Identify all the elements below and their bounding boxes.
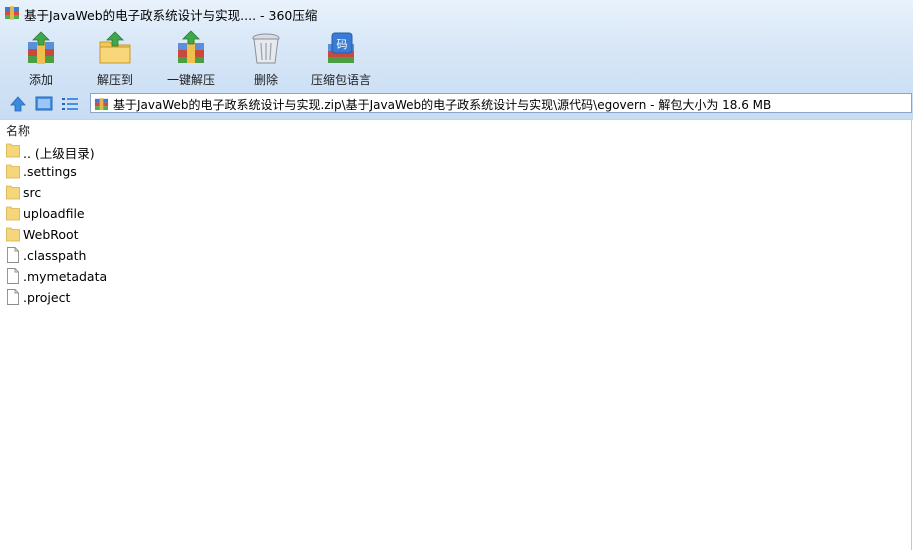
up-arrow-icon[interactable] <box>8 94 28 114</box>
item-name: .classpath <box>23 248 87 263</box>
archive-language-icon: 码 <box>328 32 354 63</box>
one-click-extract-label: 一键解压 <box>166 73 215 87</box>
folder-icon <box>6 185 20 200</box>
file-list-pane: 名称 .. (上级目录) .settings src uploadfile We… <box>0 119 912 550</box>
item-name: uploadfile <box>23 206 85 221</box>
folder-icon <box>6 164 20 179</box>
toolbar: 添加 解压到 一键解压 删除 码 压缩包语言 <box>0 26 913 90</box>
archive-language-label: 压缩包语言 <box>310 73 371 87</box>
navigation-bar: 基于JavaWeb的电子政系统设计与实现.zip\基于JavaWeb的电子政系统… <box>0 92 913 116</box>
view-list-icon[interactable] <box>60 94 80 114</box>
delete-label: 删除 <box>253 73 278 87</box>
folder-icon <box>6 206 20 221</box>
list-item[interactable]: .classpath <box>0 245 911 266</box>
folder-icon <box>6 227 20 242</box>
item-name: src <box>23 185 42 200</box>
file-icon <box>7 247 19 263</box>
title-bar: 基于JavaWeb的电子政系统设计与实现.... - 360压缩 <box>0 0 913 26</box>
extract-to-icon <box>99 31 131 64</box>
item-name: .project <box>23 290 71 305</box>
delete-trash-icon <box>252 33 280 64</box>
list-item[interactable]: .mymetadata <box>0 266 911 287</box>
item-name: WebRoot <box>23 227 79 242</box>
app-logo-icon <box>5 6 19 20</box>
address-bar[interactable]: 基于JavaWeb的电子政系统设计与实现.zip\基于JavaWeb的电子政系统… <box>90 93 912 113</box>
list-item[interactable]: uploadfile <box>0 203 911 224</box>
extract-to-button[interactable]: 解压到 <box>75 28 155 88</box>
list-item[interactable]: src <box>0 182 911 203</box>
window-chrome: 基于JavaWeb的电子政系统设计与实现.... - 360压缩 添加 解压到 … <box>0 0 913 120</box>
one-click-extract-button[interactable]: 一键解压 <box>151 28 231 88</box>
column-name-header[interactable]: 名称 <box>6 122 30 139</box>
svg-text:码: 码 <box>337 38 348 51</box>
column-header: 名称 <box>0 120 911 139</box>
address-path: 基于JavaWeb的电子政系统设计与实现.zip\基于JavaWeb的电子政系统… <box>113 98 772 112</box>
item-name: .settings <box>23 164 77 179</box>
view-thumbnail-icon[interactable] <box>34 94 54 114</box>
list-item[interactable]: .settings <box>0 161 911 182</box>
add-button[interactable]: 添加 <box>1 28 81 88</box>
app-window: 基于JavaWeb的电子政系统设计与实现.... - 360压缩 添加 解压到 … <box>0 0 913 550</box>
folder-icon <box>6 143 20 158</box>
list-item[interactable]: WebRoot <box>0 224 911 245</box>
add-archive-icon <box>28 31 54 64</box>
one-click-extract-icon <box>178 30 204 63</box>
extract-to-label: 解压到 <box>96 73 133 87</box>
archive-language-button[interactable]: 码 压缩包语言 <box>301 28 381 88</box>
archive-icon <box>94 97 109 111</box>
item-name: .mymetadata <box>23 269 108 284</box>
delete-button[interactable]: 删除 <box>226 28 306 88</box>
list-item[interactable]: .. (上级目录) <box>0 140 911 161</box>
file-icon <box>7 289 19 305</box>
item-name: .. (上级目录) <box>23 146 95 161</box>
window-title: 基于JavaWeb的电子政系统设计与实现.... - 360压缩 <box>24 8 318 23</box>
file-list: .. (上级目录) .settings src uploadfile WebRo… <box>0 140 911 308</box>
list-item[interactable]: .project <box>0 287 911 308</box>
file-icon <box>7 268 19 284</box>
add-label: 添加 <box>28 73 53 87</box>
